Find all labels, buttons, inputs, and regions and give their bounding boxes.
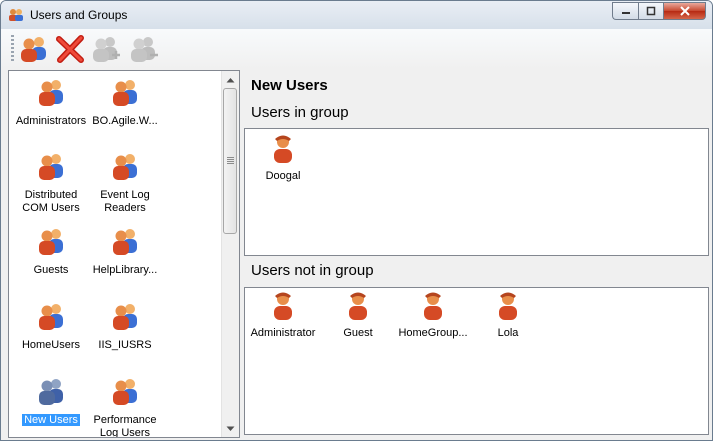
app-users-icon bbox=[9, 9, 23, 21]
group-icon bbox=[39, 304, 63, 330]
group-label: HelpLibrary... bbox=[92, 264, 158, 276]
group-label: New Users bbox=[22, 414, 80, 426]
users-not-in-group-heading: Users not in group bbox=[251, 262, 374, 279]
group-icon bbox=[113, 304, 137, 330]
user-label: HomeGroup... bbox=[398, 327, 468, 339]
scroll-up-arrow-icon bbox=[226, 77, 235, 82]
user-icon bbox=[274, 135, 292, 163]
maximize-icon bbox=[646, 6, 656, 16]
group-item-event-log-readers[interactable]: Event Log Readers bbox=[87, 151, 163, 215]
user-item-lola[interactable]: Lola bbox=[470, 290, 546, 339]
user-label: Doogal bbox=[265, 170, 301, 182]
user-remove-disabled-icon bbox=[131, 37, 158, 62]
minimize-icon bbox=[621, 12, 630, 14]
caption-buttons bbox=[612, 2, 706, 21]
group-icon bbox=[113, 80, 137, 106]
close-icon bbox=[679, 6, 690, 16]
group-item-iis-iusrs[interactable]: IIS_IUSRS bbox=[87, 301, 163, 352]
group-item-homeusers[interactable]: HomeUsers bbox=[13, 301, 89, 352]
group-item-bo-agile[interactable]: BO.Agile.W... bbox=[87, 77, 163, 128]
user-label: Administrator bbox=[250, 327, 316, 339]
close-button[interactable] bbox=[663, 2, 706, 20]
group-detail-pane: New Users Users in group Doogal Users no… bbox=[243, 70, 711, 436]
scrollbar-thumb[interactable] bbox=[223, 88, 237, 234]
remove-user-from-group-button[interactable] bbox=[128, 33, 160, 65]
user-icon bbox=[424, 292, 442, 320]
add-group-button[interactable] bbox=[18, 33, 50, 65]
group-icon bbox=[39, 229, 63, 255]
groups-list[interactable]: Administrators BO.Agile.W... Distributed… bbox=[8, 70, 240, 438]
user-item-doogal[interactable]: Doogal bbox=[245, 133, 321, 182]
toolbar-grip[interactable] bbox=[11, 35, 14, 61]
delete-group-button[interactable] bbox=[54, 33, 86, 65]
group-icon bbox=[113, 229, 137, 255]
title-bar[interactable]: Users and Groups bbox=[1, 1, 712, 29]
group-icon bbox=[39, 154, 63, 180]
group-item-performance-log-users[interactable]: Performance Log Users bbox=[87, 376, 163, 438]
users-not-in-group-list[interactable]: Administrator Guest HomeGroup... Lola bbox=[244, 287, 709, 435]
group-item-administrators[interactable]: Administrators bbox=[13, 77, 89, 128]
user-icon bbox=[349, 292, 367, 320]
user-icon bbox=[499, 292, 517, 320]
group-label: IIS_IUSRS bbox=[98, 339, 152, 351]
group-add-icon bbox=[21, 37, 46, 62]
user-item-homegroup[interactable]: HomeGroup... bbox=[395, 290, 471, 339]
toolbar bbox=[1, 29, 712, 69]
group-label: HomeUsers bbox=[21, 339, 81, 351]
users-and-groups-window: Users and Groups Administrators BO.Agile… bbox=[0, 0, 713, 441]
group-title: New Users bbox=[251, 77, 328, 94]
group-icon bbox=[113, 379, 137, 405]
window-title: Users and Groups bbox=[30, 8, 128, 22]
scroll-down-button[interactable] bbox=[222, 420, 239, 437]
group-icon bbox=[113, 154, 137, 180]
group-label: Performance Log Users bbox=[93, 414, 157, 438]
user-item-guest[interactable]: Guest bbox=[320, 290, 396, 339]
user-label: Lola bbox=[497, 327, 519, 339]
group-label: Guests bbox=[33, 264, 69, 276]
group-label: Event Log Readers bbox=[100, 189, 150, 214]
scroll-down-arrow-icon bbox=[226, 426, 235, 431]
group-icon-selected bbox=[39, 379, 63, 405]
group-icon bbox=[39, 80, 63, 106]
red-x-delete-icon bbox=[56, 35, 84, 63]
users-in-group-heading: Users in group bbox=[251, 104, 349, 121]
scroll-up-button[interactable] bbox=[222, 71, 239, 88]
user-icon bbox=[274, 292, 292, 320]
scroll-thumb-grip bbox=[227, 157, 234, 165]
group-label: Administrators bbox=[15, 115, 87, 127]
group-label: BO.Agile.W... bbox=[92, 115, 158, 127]
group-item-new-users[interactable]: New Users bbox=[13, 376, 89, 427]
users-in-group-list[interactable]: Doogal bbox=[244, 128, 709, 256]
group-item-guests[interactable]: Guests bbox=[13, 226, 89, 277]
user-label: Guest bbox=[343, 327, 373, 339]
maximize-button[interactable] bbox=[638, 2, 663, 20]
minimize-button[interactable] bbox=[612, 2, 638, 20]
user-add-disabled-icon bbox=[93, 37, 120, 62]
groups-scrollbar[interactable] bbox=[221, 71, 239, 437]
user-item-administrator[interactable]: Administrator bbox=[245, 290, 321, 339]
add-user-to-group-button[interactable] bbox=[90, 33, 122, 65]
group-label: Distributed COM Users bbox=[22, 189, 80, 214]
group-item-helplibrary[interactable]: HelpLibrary... bbox=[87, 226, 163, 277]
group-item-distributed-com-users[interactable]: Distributed COM Users bbox=[13, 151, 89, 215]
